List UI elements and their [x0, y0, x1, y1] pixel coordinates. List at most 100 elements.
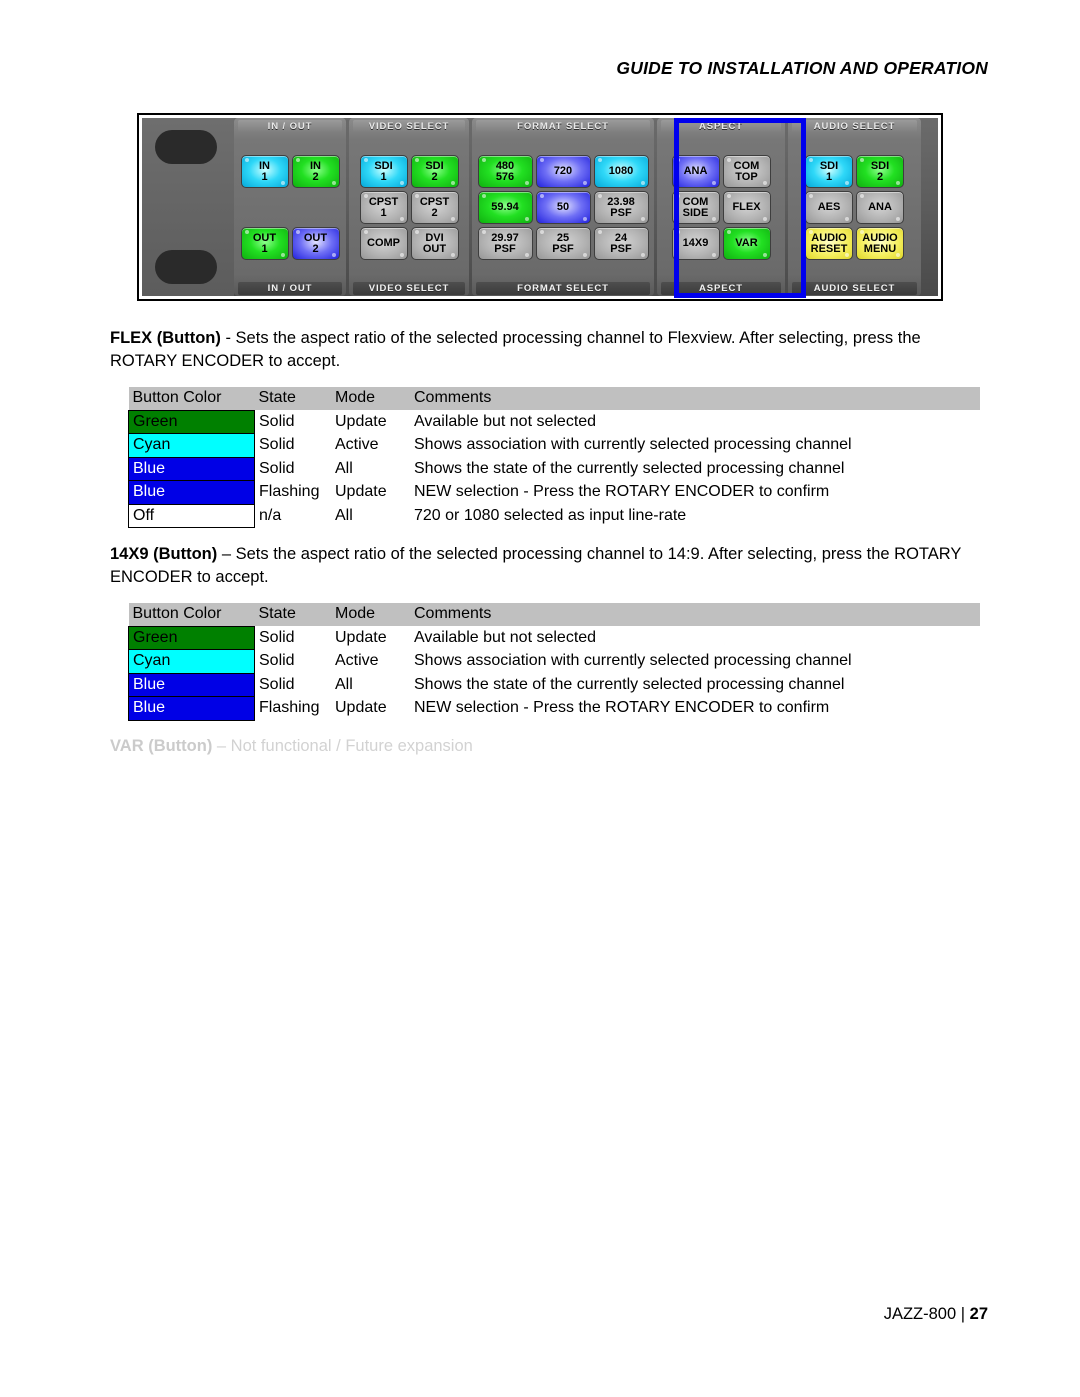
panel-button-label: CPST	[419, 195, 450, 208]
panel-button-label: VAR	[735, 237, 758, 249]
panel-button-label: IN	[310, 159, 321, 172]
panel-button-720[interactable]: 720	[535, 155, 591, 188]
table-header-row: Button Color State Mode Comments	[128, 603, 980, 626]
table-header-mode: Mode	[331, 387, 410, 410]
cell-mode: All	[335, 675, 353, 693]
panel-button-1080[interactable]: 1080	[593, 155, 649, 188]
panel-button-label: SDI	[870, 159, 890, 172]
flex-section-body: - Sets the aspect ratio of the selected …	[110, 329, 921, 370]
panel-button-dvi-out[interactable]: DVI OUT	[410, 227, 459, 260]
panel-button-out-1[interactable]: OUT 1	[240, 227, 289, 260]
panel-group-label-bottom-in-out: IN / OUT	[238, 282, 342, 295]
panel-button-sdi-2-video[interactable]: SDI 2	[410, 155, 459, 188]
panel-group-label-top-audio-select: AUDIO SELECT	[792, 120, 917, 133]
panel-button-480-576[interactable]: 480 576	[477, 155, 533, 188]
panel-button-label: DVI	[425, 231, 444, 244]
footer-page-number: 27	[969, 1305, 988, 1323]
panel-button-label: 50	[556, 201, 570, 213]
14x9-button-color-table: Button Color State Mode Comments Green S…	[128, 603, 981, 721]
panel-button-label: 576	[495, 170, 515, 183]
panel-button-14x9[interactable]: 14X9	[671, 227, 720, 260]
cell-comments: NEW selection - Press the ROTARY ENCODER…	[414, 699, 830, 716]
panel-button-24-psf[interactable]: 24 PSF	[593, 227, 649, 260]
panel-group-label-bottom-format-select: FORMAT SELECT	[476, 282, 650, 295]
panel-button-var[interactable]: VAR	[722, 227, 771, 260]
cell-mode: Active	[335, 436, 379, 453]
table-header-button-color: Button Color	[128, 603, 255, 626]
color-swatch-blue: Blue	[128, 672, 255, 697]
panel-buttons-aspect: ANA COM TOP COM SIDE FLEX 14X9 VAR	[661, 153, 781, 262]
cell-mode: Update	[335, 699, 387, 716]
var-section-body: – Not functional / Future expansion	[212, 737, 473, 755]
panel-button-label: OUT	[252, 231, 277, 244]
cell-state: Solid	[259, 628, 295, 646]
panel-button-aes[interactable]: AES	[805, 191, 853, 224]
panel-button-label: SDI	[374, 159, 393, 172]
panel-button-ana-audio[interactable]: ANA	[856, 191, 904, 224]
panel-button-23-98-psf[interactable]: 23.98 PSF	[593, 191, 649, 224]
panel-button-sdi-2-audio[interactable]: SDI 2	[856, 155, 904, 188]
panel-button-ana-aspect[interactable]: ANA	[671, 155, 720, 188]
panel-button-29-97-psf[interactable]: 29.97 PSF	[477, 227, 533, 260]
cell-state: Flashing	[259, 483, 320, 500]
panel-group-audio-select: AUDIO SELECT SDI 1 SDI 2 AES ANA AUDIO R…	[788, 118, 921, 296]
panel-button-comp[interactable]: COMP	[359, 227, 408, 260]
table-header-button-color: Button Color	[128, 387, 255, 410]
table-header-mode: Mode	[331, 603, 410, 626]
panel-button-audio-menu[interactable]: AUDIO MENU	[856, 227, 904, 260]
panel-button-spacer	[292, 191, 340, 224]
panel-button-cpst-1[interactable]: CPST 1	[359, 191, 408, 224]
rack-ear-hole-bottom	[155, 250, 217, 284]
panel-button-label: SIDE	[682, 206, 709, 219]
panel-group-label-bottom-audio-select: AUDIO SELECT	[792, 282, 917, 295]
panel-button-label: 1080	[608, 165, 634, 177]
panel-button-out-2[interactable]: OUT 2	[291, 227, 340, 260]
panel-button-com-side[interactable]: COM SIDE	[671, 191, 720, 224]
panel-buttons-in-out: IN 1 IN 2 OUT 1 OUT 2	[238, 153, 342, 262]
14x9-section-paragraph: 14X9 (Button) – Sets the aspect ratio of…	[110, 543, 982, 589]
panel-button-label: IN	[259, 159, 270, 172]
panel-group-label-top-video-select: VIDEO SELECT	[353, 120, 465, 133]
panel-button-59-94[interactable]: 59.94	[477, 191, 533, 224]
panel-button-label: FLEX	[732, 201, 761, 213]
rack-ear-hole-top	[155, 130, 217, 164]
color-swatch-blue: Blue	[128, 480, 255, 505]
panel-button-label: 2	[312, 242, 319, 255]
panel-button-label: PSF	[494, 242, 516, 255]
cell-mode: Update	[335, 483, 387, 500]
14x9-section-term: 14X9 (Button)	[110, 545, 218, 563]
var-section-term: VAR (Button)	[110, 737, 213, 755]
panel-button-label: 2	[312, 170, 319, 183]
panel-button-in-2[interactable]: IN 2	[291, 155, 340, 188]
panel-button-sdi-1-audio[interactable]: SDI 1	[805, 155, 853, 188]
color-swatch-green: Green	[128, 625, 255, 650]
panel-button-sdi-1-video[interactable]: SDI 1	[359, 155, 408, 188]
panel-button-label: 59.94	[491, 201, 519, 213]
panel-button-label: CPST	[368, 195, 399, 208]
panel-button-cpst-2[interactable]: CPST 2	[410, 191, 459, 224]
panel-button-label: SDI	[425, 159, 444, 172]
panel-button-label: AUDIO	[862, 231, 898, 244]
panel-button-label: OUT	[422, 242, 447, 255]
panel-button-flex[interactable]: FLEX	[722, 191, 771, 224]
page-header-title: GUIDE TO INSTALLATION AND OPERATION	[616, 58, 988, 78]
panel-button-label: 480	[495, 159, 515, 172]
cell-state: Solid	[259, 412, 295, 430]
table-row: Green Solid Update Available but not sel…	[128, 625, 981, 650]
cell-comments: Available but not selected	[414, 412, 597, 430]
panel-button-label: RESET	[810, 242, 848, 255]
var-section-paragraph: VAR (Button) – Not functional / Future e…	[110, 735, 982, 758]
panel-button-label: 14X9	[682, 237, 709, 249]
table-row: Cyan Solid Active Shows association with…	[128, 433, 981, 458]
panel-button-label: AUDIO	[811, 231, 847, 244]
panel-button-in-1[interactable]: IN 1	[240, 155, 289, 188]
panel-button-25-psf[interactable]: 25 PSF	[535, 227, 591, 260]
cell-comments: Shows association with currently selecte…	[414, 652, 852, 669]
cell-comments: Available but not selected	[414, 628, 597, 646]
panel-button-50[interactable]: 50	[535, 191, 591, 224]
panel-button-label: PSF	[610, 242, 632, 255]
panel-button-audio-reset[interactable]: AUDIO RESET	[805, 227, 853, 260]
panel-button-label: 1	[380, 170, 387, 183]
panel-button-com-top[interactable]: COM TOP	[722, 155, 771, 188]
panel-button-label: MENU	[863, 242, 897, 255]
